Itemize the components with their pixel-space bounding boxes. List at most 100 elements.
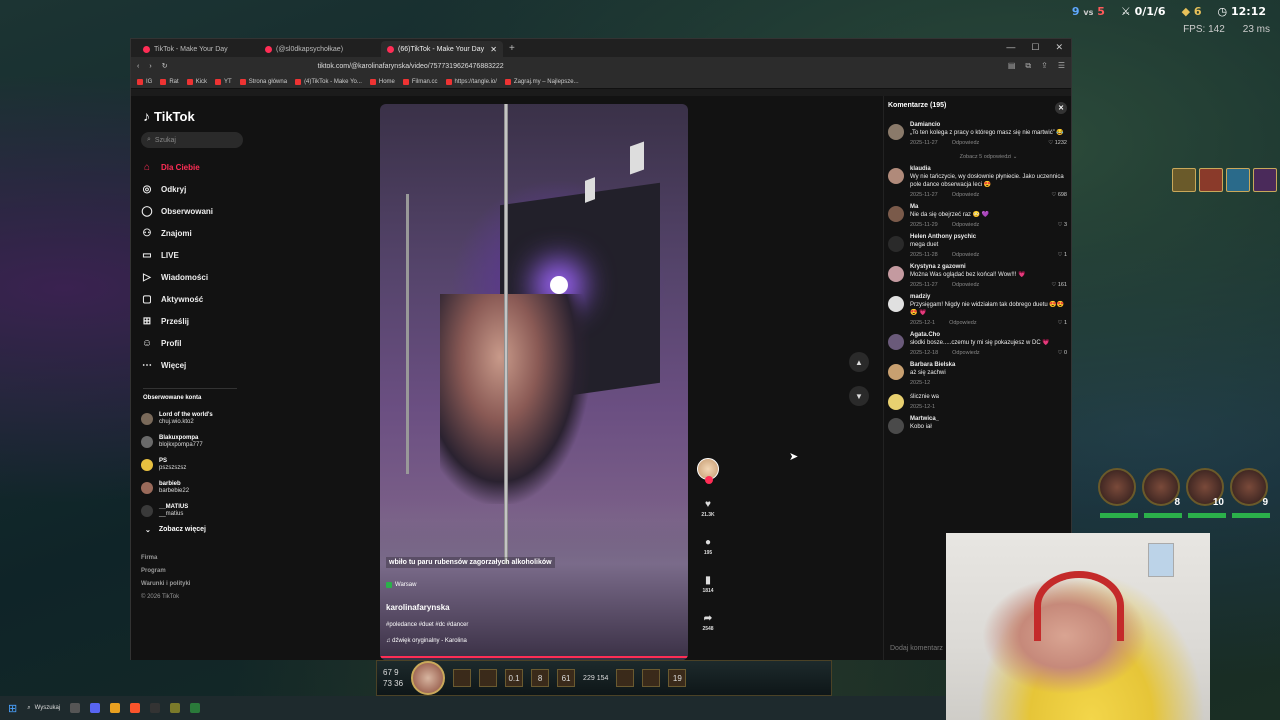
nav-item-live[interactable]: ▭ LIVE: [141, 244, 237, 266]
reader-icon[interactable]: ▤: [1008, 61, 1016, 71]
minimize-icon[interactable]: —: [1006, 42, 1015, 53]
menu-icon[interactable]: ☰: [1058, 61, 1065, 71]
url-field[interactable]: tiktok.com/@karolinafarynska/video/75773…: [318, 63, 998, 70]
avatar[interactable]: [888, 124, 904, 140]
tab-0[interactable]: TikTok - Make Your Day: [137, 41, 259, 57]
avatar[interactable]: [888, 206, 904, 222]
reply-button[interactable]: Odpowiedz: [952, 282, 980, 288]
nav-item-more[interactable]: ⋯ Więcej: [141, 354, 237, 376]
back-icon[interactable]: ‹: [137, 63, 139, 70]
followed-account[interactable]: barbieb barbebie22: [141, 476, 237, 499]
bookmark-4[interactable]: Strona główna: [239, 78, 287, 85]
bookmark-2[interactable]: Kick: [186, 78, 207, 85]
taskbar-search[interactable]: ⌕ Wyszukaj: [27, 705, 60, 712]
new-tab-button[interactable]: +: [503, 43, 521, 57]
reply-button[interactable]: Odpowiedz: [952, 350, 980, 356]
bookmark-6[interactable]: Home: [369, 78, 395, 85]
view-replies-button[interactable]: Zobacz 5 odpowiedzi ⌄: [910, 154, 1067, 160]
close-window-icon[interactable]: ✕: [1055, 42, 1063, 53]
comment-author[interactable]: Damiancio: [910, 122, 1067, 128]
see-more-button[interactable]: ⌄ Zobacz więcej: [145, 526, 237, 534]
share-icon[interactable]: ➦: [704, 610, 712, 626]
comment-likes[interactable]: ♡ 1: [1057, 320, 1067, 326]
tiktok-logo[interactable]: ♪ TikTok: [143, 108, 237, 124]
app-icon[interactable]: [170, 703, 181, 713]
comment-author[interactable]: Helen Anthony psychic: [910, 234, 1067, 240]
video-sound[interactable]: ♫ dźwięk oryginalny - Karolina: [386, 638, 467, 644]
footer-link-program[interactable]: Program: [141, 565, 190, 578]
ability-q[interactable]: [453, 669, 472, 687]
summoner-d[interactable]: 61: [557, 669, 576, 687]
video-username[interactable]: karolinafarynska: [386, 603, 450, 612]
extensions-icon[interactable]: ⧉: [1025, 61, 1031, 71]
comment-likes[interactable]: ♡ 0: [1057, 350, 1067, 356]
ability-e[interactable]: 0.1: [505, 669, 524, 687]
app-icon[interactable]: [190, 703, 201, 713]
footer-link-terms[interactable]: Warunki i polityki: [141, 578, 190, 591]
reply-button[interactable]: Odpowiedz: [952, 252, 980, 258]
avatar[interactable]: [888, 334, 904, 350]
avatar[interactable]: [888, 266, 904, 282]
bookmark-9[interactable]: Zagraj.my – Najlepsze...: [504, 78, 579, 85]
avatar[interactable]: [888, 394, 904, 410]
brave-icon[interactable]: [130, 703, 141, 713]
previous-video-icon[interactable]: ▲: [849, 352, 869, 372]
comment-author[interactable]: madziy: [910, 294, 1067, 300]
comment-likes[interactable]: ♡ 698: [1051, 192, 1067, 198]
comment-author[interactable]: Martwica_: [910, 416, 1067, 422]
close-comments-icon[interactable]: ✕: [1055, 102, 1067, 114]
comment-author[interactable]: Krystyna z gazowni: [910, 264, 1067, 270]
maximize-icon[interactable]: ☐: [1031, 42, 1039, 53]
comment-likes[interactable]: ♡ 161: [1051, 282, 1067, 288]
comment-author[interactable]: Ma: [910, 204, 1067, 210]
follow-plus-icon[interactable]: [705, 476, 713, 484]
bookmark-0[interactable]: IG: [137, 78, 152, 85]
video-location[interactable]: Warsaw: [386, 582, 416, 588]
avatar[interactable]: [888, 296, 904, 312]
comment-icon[interactable]: ●: [705, 534, 711, 550]
nav-item-following[interactable]: ◯ Obserwowani: [141, 200, 237, 222]
like-icon[interactable]: ♥: [705, 496, 711, 512]
nav-item-upload[interactable]: ⊞ Prześlij: [141, 310, 237, 332]
file-explorer-icon[interactable]: [70, 703, 81, 713]
video-player[interactable]: wbiło tu paru rubensów zagorzałych alkoh…: [380, 104, 688, 660]
comment-likes[interactable]: ♡ 1: [1057, 252, 1067, 258]
nav-item-messages[interactable]: ▷ Wiadomości: [141, 266, 237, 288]
avatar[interactable]: [888, 236, 904, 252]
nav-item-profile[interactable]: ☺ Profil: [141, 332, 237, 354]
chrome-icon[interactable]: [110, 703, 121, 713]
discord-icon[interactable]: [90, 703, 101, 713]
nav-item-friends[interactable]: ⚇ Znajomi: [141, 222, 237, 244]
bookmark-8[interactable]: https://tangle.io/: [445, 78, 497, 85]
footer-link-company[interactable]: Firma: [141, 552, 190, 565]
reply-button[interactable]: Odpowiedz: [949, 320, 977, 326]
video-progress-bar[interactable]: [380, 656, 688, 658]
close-tab-icon[interactable]: ✕: [490, 45, 497, 54]
item-slot[interactable]: [616, 669, 635, 687]
windows-start-icon[interactable]: ⊞: [8, 702, 17, 715]
reply-button[interactable]: Odpowiedz: [952, 222, 980, 228]
next-video-icon[interactable]: ▼: [849, 386, 869, 406]
avatar[interactable]: [888, 418, 904, 434]
ability-r[interactable]: 8: [531, 669, 550, 687]
tab-1[interactable]: (@sl0dkapsychołkae): [259, 41, 381, 57]
followed-account[interactable]: Blakuxpompa blojkxpompa777: [141, 430, 237, 453]
reply-button[interactable]: Odpowiedz: [952, 192, 980, 198]
bookmark-5[interactable]: (4)TikTok - Make Yo...: [295, 78, 362, 85]
add-comment-input[interactable]: Dodaj komentarz: [890, 645, 943, 652]
avatar[interactable]: [888, 364, 904, 380]
obs-icon[interactable]: [150, 703, 161, 713]
share-icon[interactable]: ⇪: [1041, 61, 1048, 71]
avatar[interactable]: [888, 168, 904, 184]
bookmark-1[interactable]: Rat: [160, 78, 179, 85]
ability-w[interactable]: [479, 669, 498, 687]
search-input[interactable]: ⌕ Szukaj: [141, 132, 243, 148]
video-hashtags[interactable]: #poledance #duet #dc #dancer: [386, 622, 468, 628]
comment-likes[interactable]: ♡ 3: [1057, 222, 1067, 228]
reload-icon[interactable]: ↻: [162, 62, 168, 70]
comment-author[interactable]: Barbara Bielska: [910, 362, 1067, 368]
item-slot[interactable]: 19: [668, 669, 687, 687]
nav-item-activity[interactable]: ▢ Aktywność: [141, 288, 237, 310]
nav-item-explore[interactable]: ◎ Odkryj: [141, 178, 237, 200]
reply-button[interactable]: Odpowiedz: [952, 140, 980, 146]
